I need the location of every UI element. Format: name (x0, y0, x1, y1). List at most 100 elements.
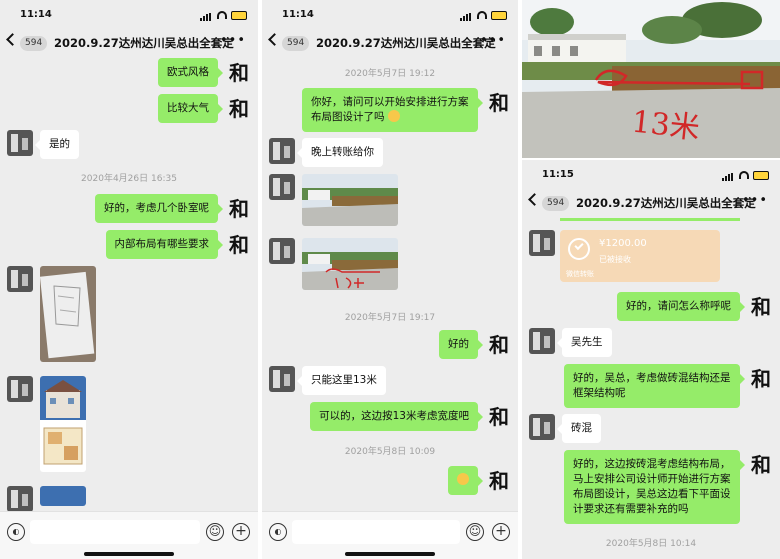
transfer-amount: ¥1200.00 (599, 238, 647, 249)
status-time: 11:14 (282, 9, 314, 20)
battery-icon (753, 171, 769, 180)
avatar-contact[interactable] (269, 174, 295, 200)
input-bar: ◐ ☺ + (0, 511, 258, 559)
avatar-contact[interactable] (7, 266, 33, 292)
message-bubble[interactable]: 砖混 (557, 414, 601, 443)
site-photo-large: 13米 (522, 0, 780, 158)
avatar-self[interactable]: 和 (748, 292, 774, 319)
message-row: 和 (262, 466, 518, 495)
villa-render-photo[interactable] (40, 376, 86, 472)
message-row: 好的，这边按砖混考虑结构布局，马上安排公司设计师开始进行方案布局图设计，吴总这边… (522, 450, 780, 528)
status-bar: 11:14 (262, 0, 518, 30)
message-row: 晚上转账给你 (262, 138, 518, 167)
wifi-icon (217, 11, 227, 19)
avatar-self[interactable]: 和 (486, 88, 512, 115)
avatar-self[interactable]: 和 (226, 58, 252, 85)
status-time: 11:15 (542, 169, 574, 180)
message-bubble[interactable]: 欧式风格 (158, 58, 223, 87)
avatar-contact[interactable] (7, 376, 33, 402)
status-icons (722, 171, 770, 181)
message-bubble[interactable]: 可以的，这边按13米考虑宽度吧 (310, 402, 483, 431)
message-bubble[interactable]: 好的，考虑几个卧室呢 (95, 194, 223, 223)
plus-icon[interactable]: + (232, 523, 250, 541)
avatar-contact[interactable] (529, 328, 555, 354)
back-chevron-icon[interactable] (268, 33, 281, 46)
avatar-contact[interactable] (529, 414, 555, 440)
avatar-contact[interactable] (7, 130, 33, 156)
message-list[interactable]: 2020年5月7日 19:12 你好，请问可以开始安排进行方案布局图设计了吗 和… (262, 58, 518, 511)
message-row: 比较大气 和 (0, 94, 258, 123)
message-list[interactable]: 欧式风格 和 比较大气 和 是的 2020年4月26日 16:35 好的，考虑几… (0, 58, 258, 512)
chat-screenshot-3: 13米 11:15 594 2020.9.27达州达川吴总出全套定 ••• ¥1… (522, 0, 780, 559)
message-bubble[interactable]: 你好，请问可以开始安排进行方案布局图设计了吗 (302, 88, 483, 132)
status-bar: 11:15 (522, 160, 780, 190)
back-chevron-icon[interactable] (528, 193, 541, 206)
message-row: 内部布局有哪些要求 和 (0, 230, 258, 259)
chat-screenshot-3-inner: 11:15 594 2020.9.27达州达川吴总出全套定 ••• ¥1200.… (522, 160, 780, 559)
message-bubble[interactable]: 好的，请问怎么称呼呢 (617, 292, 745, 321)
avatar-contact[interactable] (7, 486, 33, 512)
signal-icon (200, 13, 212, 21)
site-photo[interactable] (302, 174, 398, 226)
message-bubble[interactable]: 好的，这边按砖混考虑结构布局，马上安排公司设计师开始进行方案布局图设计，吴总这边… (564, 450, 745, 524)
message-input[interactable] (292, 520, 460, 544)
message-row: 好的，吴总，考虑做砖混结构还是框架结构呢 和 (522, 364, 780, 408)
message-row: 可以的，这边按13米考虑宽度吧 和 (262, 402, 518, 431)
message-bubble[interactable]: 晚上转账给你 (297, 138, 383, 167)
message-bubble[interactable]: 是的 (35, 130, 79, 159)
photo-annotation: 13米 (629, 104, 702, 147)
unread-badge: 594 (282, 36, 310, 51)
avatar-self[interactable]: 和 (486, 466, 512, 493)
back-chevron-icon[interactable] (6, 33, 19, 46)
voice-icon[interactable]: ◐ (7, 523, 25, 541)
message-input[interactable] (30, 520, 200, 544)
villa-render-image (40, 376, 86, 465)
more-dots-icon[interactable]: ••• (220, 34, 246, 47)
transfer-card[interactable]: ¥1200.00 已被接收 微信转账 (560, 230, 720, 282)
voice-icon[interactable]: ◐ (269, 523, 287, 541)
avatar-self[interactable]: 和 (748, 364, 774, 391)
battery-icon (231, 11, 247, 20)
message-bubble[interactable]: 好的 (439, 330, 483, 359)
chat-header: 594 2020.9.27达州达川吴总出全套定 ••• (522, 190, 780, 218)
message-bubble[interactable]: 好的，吴总，考虑做砖混结构还是框架结构呢 (564, 364, 745, 408)
emoji-icon[interactable]: ☺ (206, 523, 224, 541)
image-thumbnail[interactable] (40, 486, 86, 506)
timestamp: 2020年4月26日 16:35 (81, 174, 177, 184)
avatar-self[interactable]: 和 (486, 330, 512, 357)
wifi-icon (477, 11, 487, 19)
message-bubble[interactable]: 比较大气 (158, 94, 223, 123)
message-row: 好的，请问怎么称呼呢 和 (522, 292, 780, 321)
message-row: 砖混 (522, 414, 780, 443)
avatar-contact[interactable] (269, 238, 295, 264)
timestamp: 2020年5月7日 19:17 (344, 313, 436, 323)
message-bubble[interactable]: 只能这里13米 (297, 366, 386, 395)
chat-header: 594 2020.9.27达州达川吴总出全套定 ••• (0, 30, 258, 58)
timestamp: 2020年5月8日 10:09 (344, 447, 436, 457)
avatar-self[interactable]: 和 (226, 194, 252, 221)
avatar-contact[interactable] (529, 230, 555, 256)
avatar-self[interactable]: 和 (748, 450, 774, 477)
more-dots-icon[interactable]: ••• (742, 194, 768, 207)
status-time: 11:14 (20, 9, 52, 20)
message-bubble[interactable]: 吴先生 (557, 328, 612, 357)
timestamp: 2020年5月8日 10:14 (605, 539, 697, 549)
chat-title: 2020.9.27达州达川吴总出全套定 (576, 196, 756, 210)
status-icons (460, 11, 508, 21)
more-dots-icon[interactable]: ••• (480, 34, 506, 47)
site-photo-annotated[interactable] (302, 238, 398, 290)
message-list[interactable]: ¥1200.00 已被接收 微信转账 好的，请问怎么称呼呢 和 吴先生 好的，吴… (522, 218, 780, 559)
avatar-contact[interactable] (269, 366, 295, 392)
emoji-icon[interactable]: ☺ (466, 523, 484, 541)
emoji-message-bubble[interactable] (448, 466, 483, 495)
chat-title: 2020.9.27达州达川吴总出全套定 (54, 36, 234, 50)
previous-bubble-edge (560, 218, 740, 221)
plus-icon[interactable]: + (492, 523, 510, 541)
message-bubble[interactable]: 内部布局有哪些要求 (105, 230, 223, 259)
avatar-self[interactable]: 和 (226, 94, 252, 121)
floor-sketch-photo[interactable] (40, 266, 96, 362)
avatar-self[interactable]: 和 (226, 230, 252, 257)
avatar-self[interactable]: 和 (486, 402, 512, 429)
avatar-contact[interactable] (269, 138, 295, 164)
status-bar: 11:14 (0, 0, 258, 30)
